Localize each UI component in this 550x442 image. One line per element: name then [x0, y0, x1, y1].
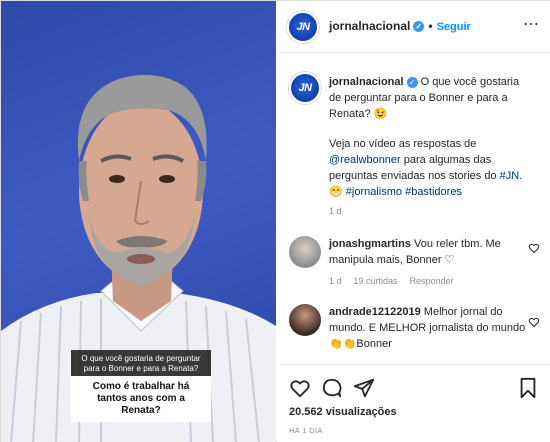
- caption: JN jornalnacional ✓ O que você gostaria d…: [289, 72, 549, 222]
- post-header: JN jornalnacional ✓ • Seguir ⋯: [277, 1, 550, 53]
- caption-age: 1 d: [329, 206, 342, 216]
- story-answer-box: Como é trabalhar há tantos anos com a Re…: [71, 376, 211, 422]
- comment-item: jonashgmartins Vou reler tbm. Me manipul…: [289, 236, 550, 296]
- separator-dot: •: [428, 19, 433, 33]
- caption-avatar[interactable]: JN: [289, 72, 321, 104]
- share-icon[interactable]: [353, 377, 375, 399]
- comment-item: andrade12122019 Melhor jornal do mundo. …: [289, 304, 550, 364]
- comment-username[interactable]: jonashgmartins: [329, 238, 411, 250]
- verified-icon: ✓: [413, 21, 425, 33]
- save-icon[interactable]: [517, 377, 539, 399]
- post-details-panel: JN jornalnacional ✓ • Seguir ⋯ JN jornalnac…: [277, 1, 550, 442]
- comment-username[interactable]: andrade12122019: [329, 306, 421, 318]
- post-modal: O que você gostaria de perguntar para o …: [0, 0, 550, 442]
- video-player[interactable]: O que você gostaria de perguntar para o …: [1, 1, 276, 442]
- commenter-avatar[interactable]: [289, 304, 321, 336]
- caption-emoji: 😁: [329, 186, 346, 198]
- follow-button[interactable]: Seguir: [437, 21, 471, 33]
- views-count[interactable]: 20.562 visualizações: [289, 406, 397, 418]
- comment-likes[interactable]: 19 curtidas: [354, 276, 398, 286]
- hashtag-jn[interactable]: #JN.: [500, 170, 523, 182]
- comment-text: andrade12122019 Melhor jornal do mundo. …: [329, 304, 529, 352]
- comment-meta: 1 d 19 curtidas Responder: [329, 276, 466, 286]
- like-comment-icon[interactable]: [528, 316, 540, 328]
- comment-text: jonashgmartins Vou reler tbm. Me manipul…: [329, 236, 529, 268]
- post-time: HÁ 1 DIA: [289, 426, 323, 435]
- more-icon[interactable]: ⋯: [523, 14, 540, 34]
- caption-text: jornalnacional ✓ O que você gostaria de p…: [329, 74, 529, 200]
- comments-list[interactable]: JN jornalnacional ✓ O que você gostaria d…: [277, 54, 550, 364]
- header-user-row: jornalnacional ✓ • Seguir: [329, 19, 471, 33]
- header-username[interactable]: jornalnacional: [329, 19, 410, 33]
- story-question-box: O que você gostaria de perguntar para o …: [71, 350, 211, 378]
- avatar[interactable]: JN: [287, 11, 319, 43]
- post-actions: 20.562 visualizações HÁ 1 DIA: [277, 364, 550, 442]
- hashtag-bastidores[interactable]: #bastidores: [405, 186, 462, 198]
- commenter-avatar[interactable]: [289, 236, 321, 268]
- verified-icon: ✓: [406, 76, 418, 88]
- reply-button[interactable]: Responder: [410, 276, 454, 286]
- caption-username[interactable]: jornalnacional: [329, 76, 404, 88]
- caption-line2-pre: Veja no vídeo as respostas de: [329, 138, 477, 150]
- hashtag-jornalismo[interactable]: #jornalismo: [346, 186, 402, 198]
- comment-icon[interactable]: [321, 377, 343, 399]
- like-icon[interactable]: [289, 377, 311, 399]
- comment-age: 1 d: [329, 276, 342, 286]
- like-comment-icon[interactable]: [528, 242, 540, 254]
- mention-link[interactable]: @realwbonner: [329, 154, 401, 166]
